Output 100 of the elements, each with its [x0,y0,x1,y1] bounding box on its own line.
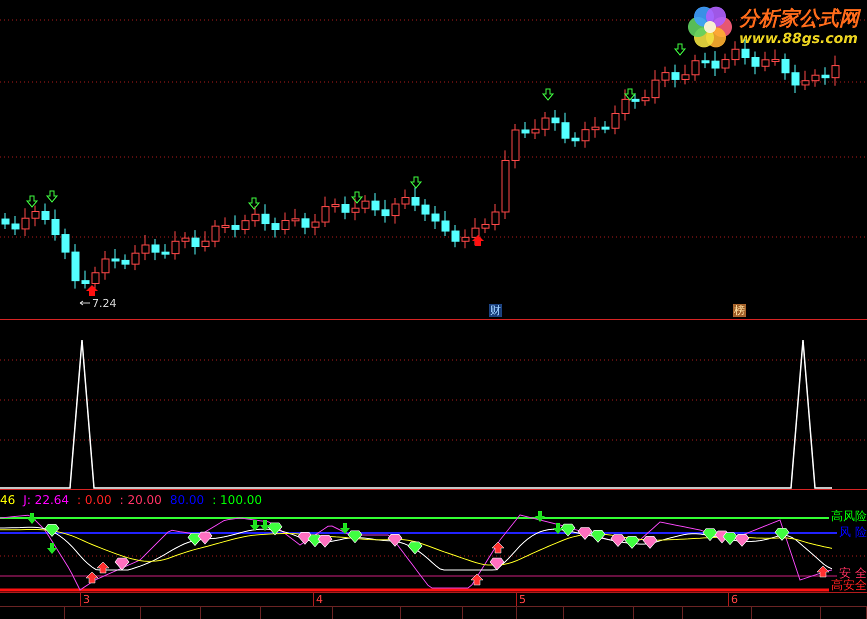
candlestick [132,244,140,271]
candlestick [142,234,150,261]
candlestick [222,216,230,234]
axis-label: 4 [313,593,323,606]
price-low-label: 7.24 [92,297,116,310]
left-arrow-icon [80,300,90,306]
logo-url: www.88gs.com [739,30,859,48]
candlestick [322,196,330,228]
candlestick [202,230,210,252]
candlestick [522,122,530,138]
candlestick [302,212,310,235]
candlestick [122,254,130,270]
candlestick [192,230,200,255]
candlestick [562,112,570,144]
candlestick [592,116,600,138]
candlestick [52,208,60,242]
indicator-value: : 0.00 [77,492,112,509]
axis-label: 3 [80,593,90,606]
candlestick [22,208,30,236]
up-arrow-icon [472,235,484,246]
zone-label: 风 险 [837,526,867,539]
candlestick [2,212,10,230]
candlestick [702,52,710,69]
candlestick [372,192,380,216]
zone-label: 高安全 [829,579,867,592]
candlestick [832,55,840,86]
down-arrow-icon [542,88,554,101]
candlestick [482,218,490,234]
candlestick [422,198,430,222]
indicator-value: : 100.00 [212,492,262,509]
candlestick [102,250,110,280]
indicator-value: : 20.00 [120,492,162,509]
candlestick [772,48,780,66]
candlestick [212,220,220,248]
candlestick [402,188,410,210]
candlestick [262,204,270,232]
candlestick [672,64,680,88]
down-arrow-icon [410,176,422,189]
candlestick [112,248,120,269]
candlestick [792,64,800,94]
candlestick [392,198,400,224]
candlestick [232,214,240,238]
candlestick [252,206,260,228]
down-arrow-icon [248,198,260,210]
candlestick [82,270,90,290]
candlestick [682,64,690,85]
down-arrow-icon [674,44,686,56]
logo-title: 分析家公式网 [739,6,859,30]
candlestick [72,244,80,290]
candlestick [32,205,40,227]
down-arrow-icon [26,196,38,208]
indicator-value: 80.00 [170,492,204,509]
event-marker[interactable]: 榜 [733,304,746,317]
candlestick [762,51,770,72]
candlestick [532,118,540,140]
zone-label: 高风险 [829,510,867,523]
candlestick [242,214,250,235]
candlestick [442,210,450,237]
candlestick [282,212,290,235]
axis-label: 5 [516,593,526,606]
candlestick [812,68,820,88]
candlestick [472,218,480,246]
candlestick [162,244,170,260]
candlestick [362,194,370,214]
candlestick [492,204,500,231]
candlestick [332,198,340,214]
candlestick [622,88,630,122]
down-arrow-icon [624,88,636,101]
indicator-value: 46 [0,492,16,509]
candlestick [602,120,610,134]
candlestick [552,110,560,132]
candlestick [272,217,280,238]
candlestick [12,216,20,236]
candlestick [412,186,420,212]
candlestick [432,206,440,230]
candlestick [92,266,100,290]
down-arrow-icon [46,190,58,203]
candlestick [712,50,720,77]
zone-label: 安 全 [837,567,867,580]
candlestick [572,132,580,148]
down-arrow-icon [350,192,364,204]
candlestick [752,50,760,75]
axis-label: 6 [728,593,738,606]
candlestick [172,230,180,260]
candlestick [692,54,700,82]
candlestick [292,208,300,228]
candlestick [582,121,590,148]
candlestick [352,198,360,221]
candlestick [342,196,350,220]
candlestick [782,52,790,80]
event-marker[interactable]: 财 [489,304,502,317]
up-arrow-icon [86,285,98,296]
candlestick [502,150,510,220]
candlestick [732,40,740,66]
candlestick [652,70,660,104]
candlestick [542,112,550,137]
candlestick [632,92,640,110]
candlestick [182,232,190,249]
candlestick [312,214,320,236]
candlestick [612,105,620,135]
